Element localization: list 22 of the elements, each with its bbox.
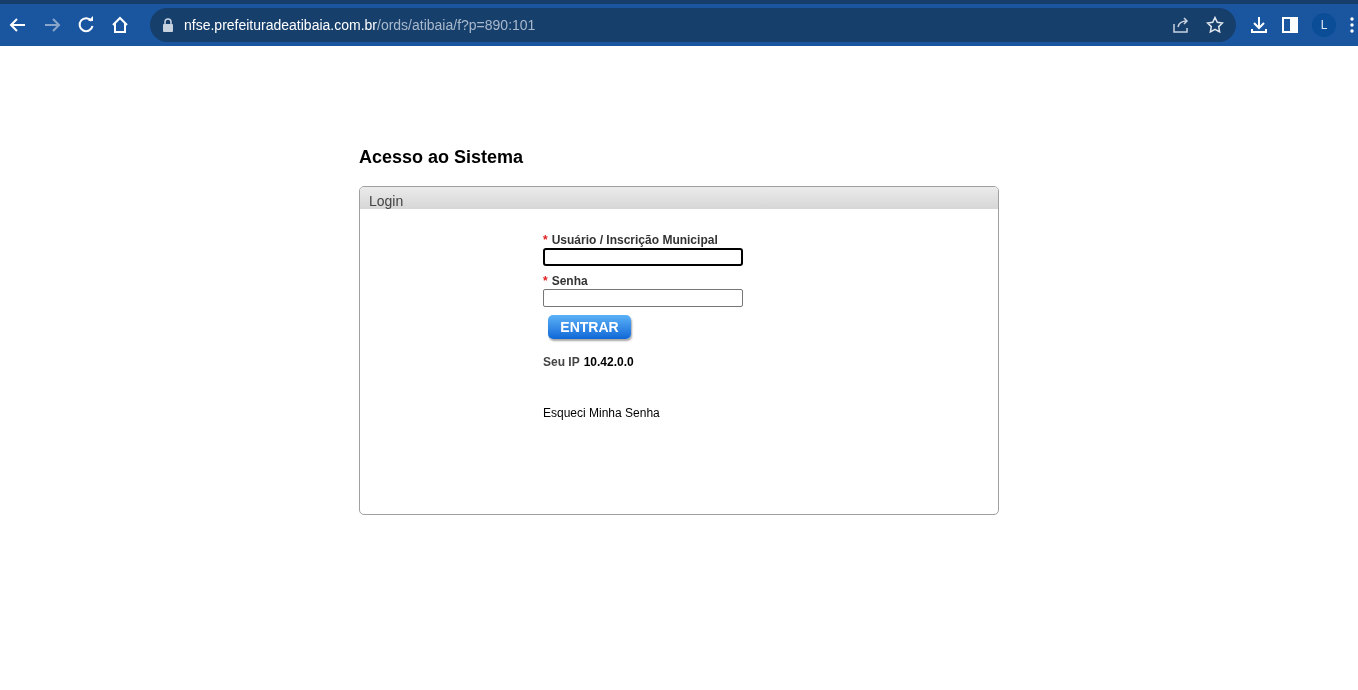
profile-avatar[interactable]: L: [1312, 13, 1336, 37]
input-field[interactable]: [543, 289, 743, 307]
menu-icon[interactable]: [1350, 17, 1354, 33]
download-icon[interactable]: [1250, 16, 1268, 34]
lock-icon: [162, 18, 174, 32]
field-label: Senha: [551, 274, 588, 288]
page-title: Acesso ao Sistema: [359, 146, 524, 168]
reload-icon[interactable]: [76, 15, 96, 35]
required-mark: *: [543, 274, 548, 288]
panel-title: Login: [369, 193, 404, 209]
input-field[interactable]: [543, 248, 743, 266]
ip-value: 10.42.0.0: [583, 354, 634, 371]
address-bar[interactable]: nfse.prefeituradeatibaia.com.br/ords/atibaia/f?p=890:101: [150, 8, 1236, 42]
url-text[interactable]: nfse.prefeituradeatibaia.com.br/ords/atibaia/f?p=890:101: [184, 14, 536, 36]
forgot-password-link[interactable]: Esqueci Minha Senha: [543, 404, 660, 422]
field-label: Usuário / Inscrição Municipal: [551, 233, 718, 247]
required-mark: *: [543, 233, 548, 247]
share-icon[interactable]: [1172, 16, 1190, 34]
star-icon[interactable]: [1206, 16, 1224, 34]
ip-label: Seu IP: [543, 354, 580, 371]
side-panel-icon[interactable]: [1282, 17, 1298, 33]
home-icon[interactable]: [110, 15, 130, 35]
